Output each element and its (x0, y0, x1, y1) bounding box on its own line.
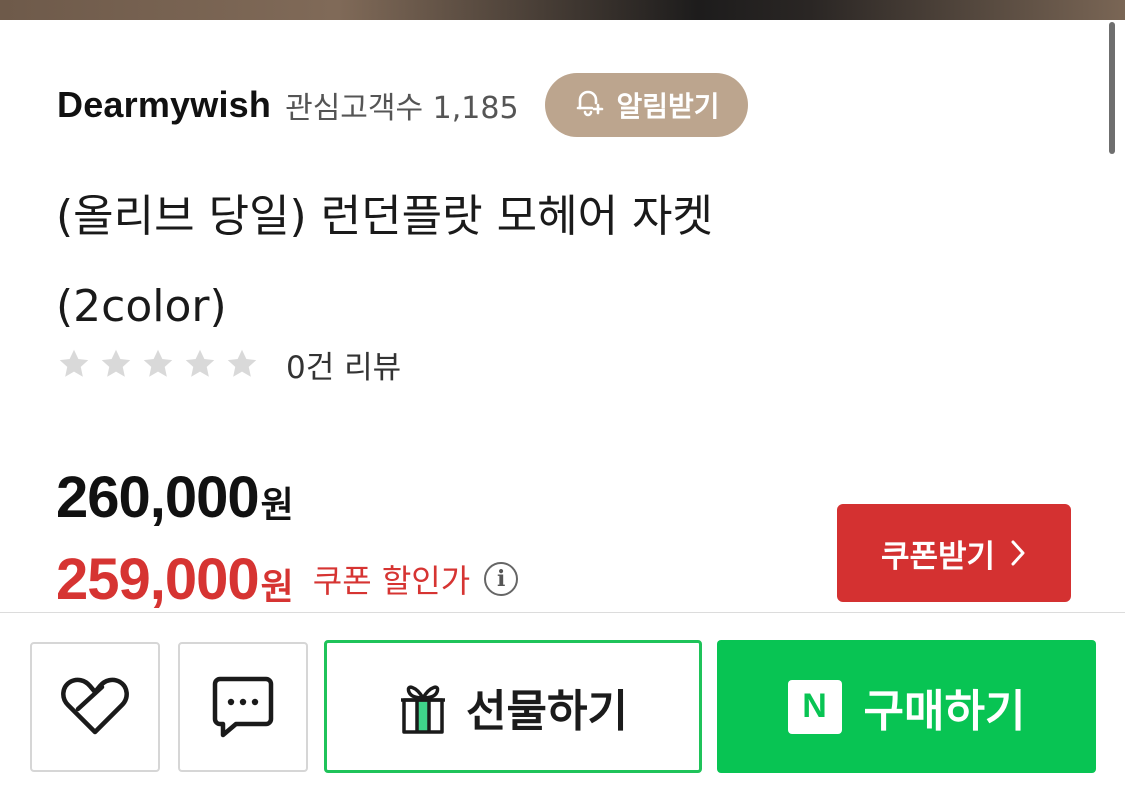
star-icon (227, 349, 257, 377)
buy-label: 구매하기 (863, 685, 1026, 737)
sale-price-row: 259,000원 쿠폰 할인가 i (56, 544, 519, 614)
scrollbar[interactable] (1109, 22, 1115, 154)
info-icon[interactable]: i (484, 562, 519, 596)
followers-count: 관심고객수 1,185 (285, 91, 519, 126)
star-icon (59, 349, 89, 377)
star-icon (143, 349, 173, 377)
gift-button[interactable]: 선물하기 (324, 640, 702, 773)
star-icon (185, 349, 215, 377)
chevron-right-icon (1011, 540, 1025, 566)
chat-bubble-icon (212, 676, 274, 738)
naver-logo: N (787, 679, 842, 734)
product-title-line1: (올리브 당일) 런던플랏 모헤어 자켓 (56, 191, 713, 242)
bell-plus-icon (571, 84, 607, 127)
sale-label: 쿠폰 할인가 (312, 562, 471, 600)
gift-box-icon (401, 684, 446, 734)
original-price: 260,000원 (56, 464, 294, 531)
buy-button[interactable]: N 구매하기 (717, 640, 1096, 773)
coupon-button-label: 쿠폰받기 (880, 538, 996, 575)
coupon-button[interactable]: 쿠폰받기 (837, 504, 1071, 602)
sale-price-value: 259,000 (56, 546, 260, 612)
sale-price-unit: 원 (260, 565, 294, 607)
original-price-unit: 원 (260, 484, 294, 525)
original-price-value: 260,000 (56, 465, 260, 530)
notify-label: 알림받기 (616, 90, 720, 123)
heart-outline-icon (61, 677, 129, 735)
store-info: Dearmywish 관심고객수 1,185 알림받기 (57, 72, 748, 138)
sale-price: 259,000원 (56, 546, 294, 613)
star-icon (101, 349, 131, 377)
gift-label: 선물하기 (466, 685, 628, 737)
product-image-bottom-edge (0, 0, 1125, 20)
rating[interactable]: 0건 리뷰 (56, 342, 401, 386)
wishlist-button[interactable] (30, 642, 160, 772)
product-title-line2: (2color) (56, 281, 227, 332)
chat-button[interactable] (178, 642, 308, 772)
product-title: (올리브 당일) 런던플랏 모헤어 자켓 (2color) (56, 172, 1056, 352)
notify-button[interactable]: 알림받기 (544, 73, 748, 137)
store-name[interactable]: Dearmywish (57, 84, 271, 126)
review-count[interactable]: 0건 리뷰 (286, 342, 401, 387)
